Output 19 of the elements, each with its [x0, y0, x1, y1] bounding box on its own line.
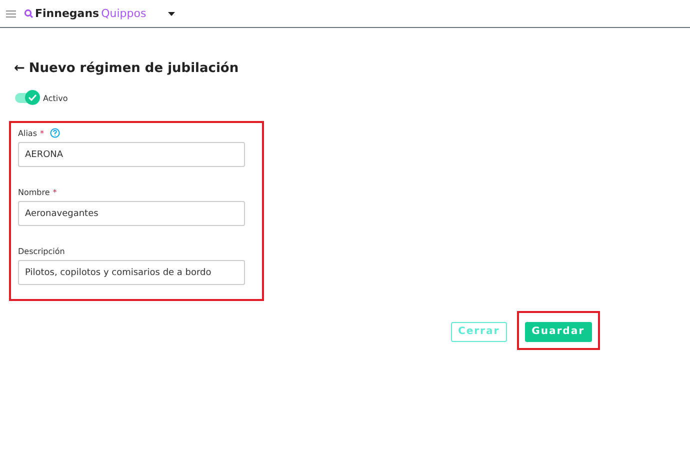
toggle-switch[interactable] [15, 93, 39, 103]
toggle-label: Activo [43, 94, 68, 102]
required-mark: * [40, 128, 44, 138]
page-title: Nuevo régimen de jubilación [28, 60, 239, 76]
input-field[interactable]: AERONA [18, 142, 245, 167]
menu-icon[interactable] [6, 10, 16, 18]
caret-icon[interactable] [168, 12, 176, 16]
back-arrow[interactable]: ← [14, 60, 25, 76]
brand-name: Finnegans [35, 7, 100, 20]
field-label: Nombre [18, 188, 50, 196]
check-icon [28, 94, 37, 101]
field-label: Alias [18, 128, 37, 138]
input-field[interactable]: Aeronavegantes [18, 201, 245, 226]
field-label: Descripción [18, 246, 65, 256]
required-mark: * [52, 188, 57, 196]
input-field[interactable]: Pilotos, copilotos y comisarios de a bordo [18, 260, 245, 285]
help-icon[interactable] [50, 128, 60, 138]
brand-product: Quippos [101, 7, 146, 20]
logo-icon [24, 9, 33, 18]
